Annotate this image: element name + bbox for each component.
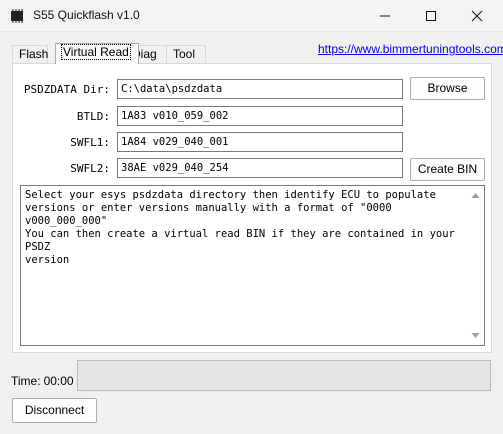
website-link[interactable]: https://www.bimmertuningtools.com	[318, 42, 503, 56]
swfl2-label: SWFL2:	[70, 162, 110, 175]
close-icon	[471, 10, 483, 22]
window-title: S55 Quickflash v1.0	[33, 8, 140, 22]
title-bar: S55 Quickflash v1.0	[0, 0, 503, 32]
swfl2-input[interactable]: 38AE v029_040_254	[117, 158, 403, 178]
log-text: Select your esys psdzdata directory then…	[25, 189, 455, 266]
disconnect-button[interactable]: Disconnect	[12, 398, 97, 423]
maximize-button[interactable]	[408, 0, 454, 32]
maximize-icon	[426, 11, 436, 21]
time-label: Time:	[11, 374, 41, 388]
browse-button[interactable]: Browse	[410, 77, 485, 100]
progress-bar	[77, 360, 491, 391]
log-textarea[interactable]: Select your esys psdzdata directory then…	[20, 185, 485, 346]
tab-flash[interactable]: Flash	[12, 45, 48, 63]
scroll-down-icon[interactable]	[471, 331, 480, 340]
tab-tool[interactable]: Tool	[166, 45, 206, 63]
swfl1-label: SWFL1:	[70, 136, 110, 149]
time-value: 00:00	[43, 374, 74, 388]
timer: Time: 00:00	[11, 374, 77, 388]
btld-label: BTLD:	[76, 110, 110, 123]
minimize-button[interactable]	[362, 0, 408, 32]
btld-input[interactable]: 1A83 v010_059_002	[117, 106, 403, 126]
vertical-scrollbar[interactable]	[467, 186, 484, 345]
create-bin-button[interactable]: Create BIN	[410, 158, 485, 181]
close-button[interactable]	[454, 0, 500, 32]
psdzdata-dir-label: PSDZDATA Dir:	[23, 83, 110, 96]
psdzdata-dir-input[interactable]: C:\data\psdzdata	[117, 79, 403, 99]
tab-virtual-read[interactable]: Virtual Read	[55, 43, 139, 64]
chip-icon	[9, 9, 25, 23]
minimize-icon	[380, 15, 390, 17]
swfl1-input[interactable]: 1A84 v029_040_001	[117, 132, 403, 152]
scroll-up-icon[interactable]	[471, 191, 480, 200]
